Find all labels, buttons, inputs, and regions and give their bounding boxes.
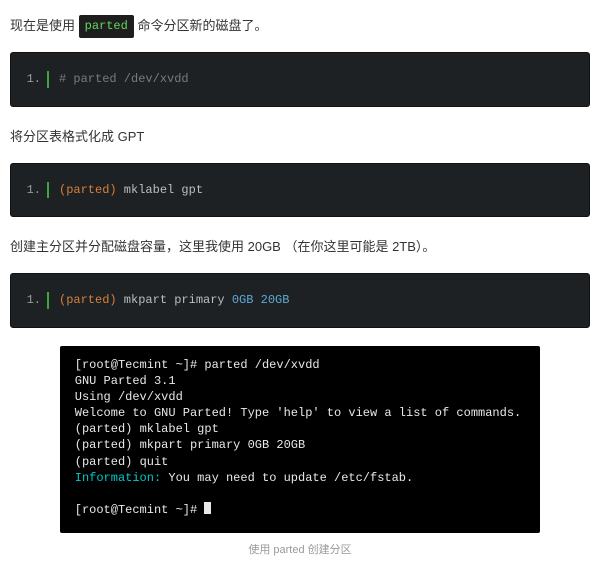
term-prompt: (parted) — [75, 422, 140, 436]
term-prompt: [root@Tecmint ~]# — [75, 358, 205, 372]
figure-caption: 使用 parted 创建分区 — [10, 541, 590, 557]
term-prompt: (parted) — [75, 438, 140, 452]
term-prompt: [root@Tecmint ~]# — [75, 503, 205, 517]
term-line: Using /dev/xvdd — [75, 390, 183, 404]
code-command: mklabel gpt — [117, 183, 203, 197]
line-number: 1. — [11, 182, 47, 199]
code-prompt: (parted) — [59, 183, 117, 197]
code-block-1: 1. # parted /dev/xvdd — [10, 52, 590, 107]
code-accent-bar — [47, 182, 49, 199]
terminal-output: [root@Tecmint ~]# parted /dev/xvdd GNU P… — [60, 346, 540, 534]
line-number: 1. — [11, 71, 47, 88]
code-line: # parted /dev/xvdd — [59, 71, 189, 88]
inline-code-parted: parted — [79, 15, 134, 39]
code-line: (parted) mkpart primary 0GB 20GB — [59, 292, 289, 309]
term-cmd: quit — [140, 455, 169, 469]
text: 命令分区新的磁盘了。 — [134, 18, 268, 33]
code-accent-bar — [47, 292, 49, 309]
term-info-text: You may need to update /etc/fstab. — [161, 471, 413, 485]
code-accent-bar — [47, 71, 49, 88]
term-prompt: (parted) — [75, 455, 140, 469]
code-block-2: 1. (parted) mklabel gpt — [10, 163, 590, 218]
line-number: 1. — [11, 292, 47, 309]
paragraph-intro: 现在是使用 parted 命令分区新的磁盘了。 — [10, 14, 590, 38]
term-cmd: mklabel gpt — [140, 422, 219, 436]
term-cmd: parted /dev/xvdd — [204, 358, 319, 372]
code-prompt: (parted) — [59, 293, 117, 307]
paragraph-mkpart: 创建主分区并分配磁盘容量，这里我使用 20GB （在你这里可能是 2TB）。 — [10, 235, 590, 258]
term-info-label: Information: — [75, 471, 161, 485]
text: 现在是使用 — [10, 18, 79, 33]
paragraph-gpt: 将分区表格式化成 GPT — [10, 125, 590, 148]
term-line: GNU Parted 3.1 — [75, 374, 176, 388]
code-command: mkpart primary — [117, 293, 232, 307]
code-args: 0GB 20GB — [232, 293, 290, 307]
terminal-wrapper: [root@Tecmint ~]# parted /dev/xvdd GNU P… — [10, 346, 590, 558]
code-comment: # parted /dev/xvdd — [59, 72, 189, 86]
term-cmd: mkpart primary 0GB 20GB — [140, 438, 306, 452]
code-block-3: 1. (parted) mkpart primary 0GB 20GB — [10, 273, 590, 328]
code-line: (parted) mklabel gpt — [59, 182, 203, 199]
cursor-icon — [204, 502, 211, 514]
term-line: Welcome to GNU Parted! Type 'help' to vi… — [75, 406, 521, 420]
